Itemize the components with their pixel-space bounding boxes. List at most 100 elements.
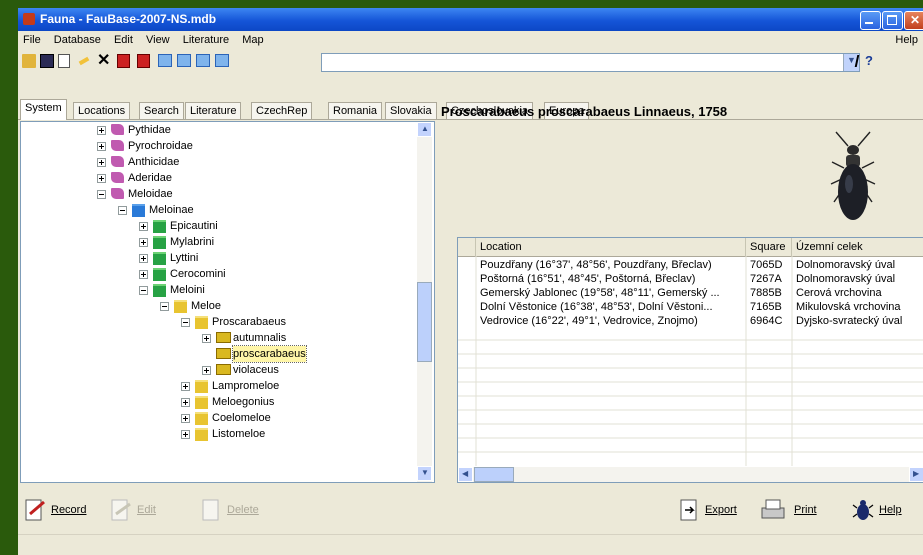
expand-icon[interactable] bbox=[97, 126, 106, 135]
locations-grid[interactable]: Location Square Územní celek Pouzdřany (… bbox=[457, 237, 923, 483]
expand-icon[interactable] bbox=[139, 222, 148, 231]
menu-edit[interactable]: Edit bbox=[114, 34, 133, 46]
new-icon[interactable] bbox=[58, 54, 70, 68]
view2-icon[interactable] bbox=[177, 54, 191, 67]
expand-icon[interactable] bbox=[181, 430, 190, 439]
expand-icon[interactable] bbox=[181, 414, 190, 423]
collapse-icon[interactable] bbox=[160, 302, 169, 311]
collapse-icon[interactable] bbox=[118, 206, 127, 215]
tree-node[interactable]: Lyttini bbox=[139, 250, 434, 266]
menu-map[interactable]: Map bbox=[242, 34, 263, 46]
grid-header-location[interactable]: Location bbox=[476, 238, 746, 256]
tree-node[interactable]: Proscarabaeus bbox=[181, 314, 434, 330]
delete-record-icon bbox=[202, 499, 219, 521]
tree-node[interactable]: Epicautini bbox=[139, 218, 434, 234]
edit-icon[interactable] bbox=[78, 56, 90, 66]
collapse-icon[interactable] bbox=[97, 190, 106, 199]
tree-node[interactable]: Pythidae bbox=[97, 122, 397, 138]
expand-icon[interactable] bbox=[97, 174, 106, 183]
tree-scroll-down-button[interactable]: ▼ bbox=[417, 466, 432, 481]
edit-record-label: Edit bbox=[137, 504, 156, 516]
minimize-button[interactable] bbox=[860, 11, 881, 30]
tab-search[interactable]: Search bbox=[139, 102, 184, 119]
tree-node[interactable]: proscarabaeus bbox=[202, 345, 434, 363]
grid-scroll-thumb[interactable] bbox=[474, 467, 514, 482]
tree-scroll-thumb[interactable] bbox=[417, 282, 432, 362]
expand-icon[interactable] bbox=[139, 270, 148, 279]
expand-icon[interactable] bbox=[139, 238, 148, 247]
toolbar-combo[interactable]: ▼ bbox=[321, 53, 860, 72]
grid-scroll-right-button[interactable]: ▶ bbox=[909, 467, 923, 482]
tree-node[interactable]: Pyrochroidae bbox=[97, 138, 397, 154]
collapse-icon[interactable] bbox=[139, 286, 148, 295]
tree-node[interactable]: Meloe bbox=[160, 298, 434, 314]
species-title: Proscarabaeus proscarabaeus Linnaeus, 17… bbox=[441, 104, 728, 119]
save-icon[interactable] bbox=[40, 54, 54, 68]
tree-node-label: Proscarabaeus bbox=[212, 316, 286, 328]
help-button[interactable]: Help bbox=[852, 498, 920, 522]
maximize-button[interactable] bbox=[882, 11, 903, 30]
expand-icon[interactable] bbox=[139, 254, 148, 263]
expand-icon[interactable] bbox=[181, 382, 190, 391]
export-button[interactable]: Export bbox=[678, 498, 748, 522]
grid-scroll-left-button[interactable]: ◀ bbox=[458, 467, 473, 482]
record-button[interactable]: Record bbox=[24, 498, 104, 522]
tree-node[interactable]: Lampromeloe bbox=[181, 378, 434, 394]
folder-icon bbox=[195, 380, 208, 393]
grid-header-uzemni-celek[interactable]: Územní celek bbox=[792, 238, 923, 256]
menu-database[interactable]: Database bbox=[54, 34, 101, 46]
filter2-icon[interactable] bbox=[137, 54, 150, 68]
tree-node[interactable]: Listomeloe bbox=[181, 426, 434, 442]
tree-node[interactable]: Aderidae bbox=[97, 170, 397, 186]
tab-czechrep[interactable]: CzechRep bbox=[251, 102, 313, 119]
edit-record-button[interactable]: Edit bbox=[110, 498, 170, 522]
table-row[interactable]: Dolní Věstonice (16°38', 48°53', Dolní V… bbox=[458, 300, 923, 314]
expand-icon[interactable] bbox=[181, 398, 190, 407]
tree-node[interactable]: autumnalis bbox=[202, 330, 434, 346]
tree-vertical-scrollbar[interactable]: ▲ ▼ bbox=[417, 122, 432, 482]
expand-icon[interactable] bbox=[97, 142, 106, 151]
tree-node-label: Listomeloe bbox=[212, 428, 266, 440]
tree-node[interactable]: violaceus bbox=[202, 362, 434, 378]
tab-romania[interactable]: Romania bbox=[328, 102, 383, 119]
view1-icon[interactable] bbox=[158, 54, 172, 67]
tab-locations[interactable]: Locations bbox=[73, 102, 131, 119]
menu-view[interactable]: View bbox=[146, 34, 170, 46]
tree-scroll-up-button[interactable]: ▲ bbox=[417, 122, 432, 137]
tab-literature[interactable]: Literature bbox=[185, 102, 242, 119]
table-row[interactable]: Gemerský Jablonec (19°58', 48°11', Gemer… bbox=[458, 286, 923, 300]
delete-icon[interactable]: ✕ bbox=[97, 53, 111, 69]
table-row[interactable]: Vedrovice (16°22', 49°1', Vedrovice, Zno… bbox=[458, 314, 923, 328]
delete-record-button[interactable]: Delete bbox=[200, 498, 270, 522]
close-button[interactable]: ✕ bbox=[904, 11, 923, 30]
open-icon[interactable] bbox=[22, 54, 36, 68]
collapse-icon[interactable] bbox=[181, 318, 190, 327]
tree-node[interactable]: Anthicidae bbox=[97, 154, 397, 170]
tab-slovakia[interactable]: Slovakia bbox=[385, 102, 437, 119]
expand-icon[interactable] bbox=[97, 158, 106, 167]
tree-node[interactable]: Meloegonius bbox=[181, 394, 434, 410]
print-button[interactable]: Print bbox=[760, 498, 830, 522]
table-row[interactable]: Poštorná (16°51', 48°45', Poštorná, Břec… bbox=[458, 272, 923, 286]
grid-horizontal-scrollbar[interactable]: ◀ ▶ bbox=[458, 467, 923, 482]
tab-system[interactable]: System bbox=[20, 99, 67, 120]
menu-literature[interactable]: Literature bbox=[183, 34, 229, 46]
tree-node[interactable]: Meloini bbox=[139, 282, 434, 298]
grid-header-square[interactable]: Square bbox=[746, 238, 792, 256]
menu-file[interactable]: File bbox=[23, 34, 41, 46]
tree-node[interactable]: Meloinae bbox=[118, 202, 418, 218]
taxonomy-tree[interactable]: Pythidae Pyrochroidae Anthicidae Aderidae Me… bbox=[20, 121, 435, 483]
family-book-icon bbox=[111, 156, 124, 167]
tree-node[interactable]: Cerocomini bbox=[139, 266, 434, 282]
expand-icon[interactable] bbox=[202, 366, 211, 375]
view3-icon[interactable] bbox=[196, 54, 210, 67]
menu-help[interactable]: Help bbox=[895, 31, 918, 50]
expand-icon[interactable] bbox=[202, 334, 211, 343]
app-icon bbox=[23, 13, 35, 25]
tree-node[interactable]: Coelomeloe bbox=[181, 410, 434, 426]
view4-icon[interactable] bbox=[215, 54, 229, 67]
filter-icon[interactable] bbox=[117, 54, 130, 68]
tree-node[interactable]: Meloidae bbox=[97, 186, 397, 202]
table-row[interactable]: Pouzdřany (16°37', 48°56', Pouzdřany, Bř… bbox=[458, 258, 923, 272]
tree-node[interactable]: Mylabrini bbox=[139, 234, 434, 250]
